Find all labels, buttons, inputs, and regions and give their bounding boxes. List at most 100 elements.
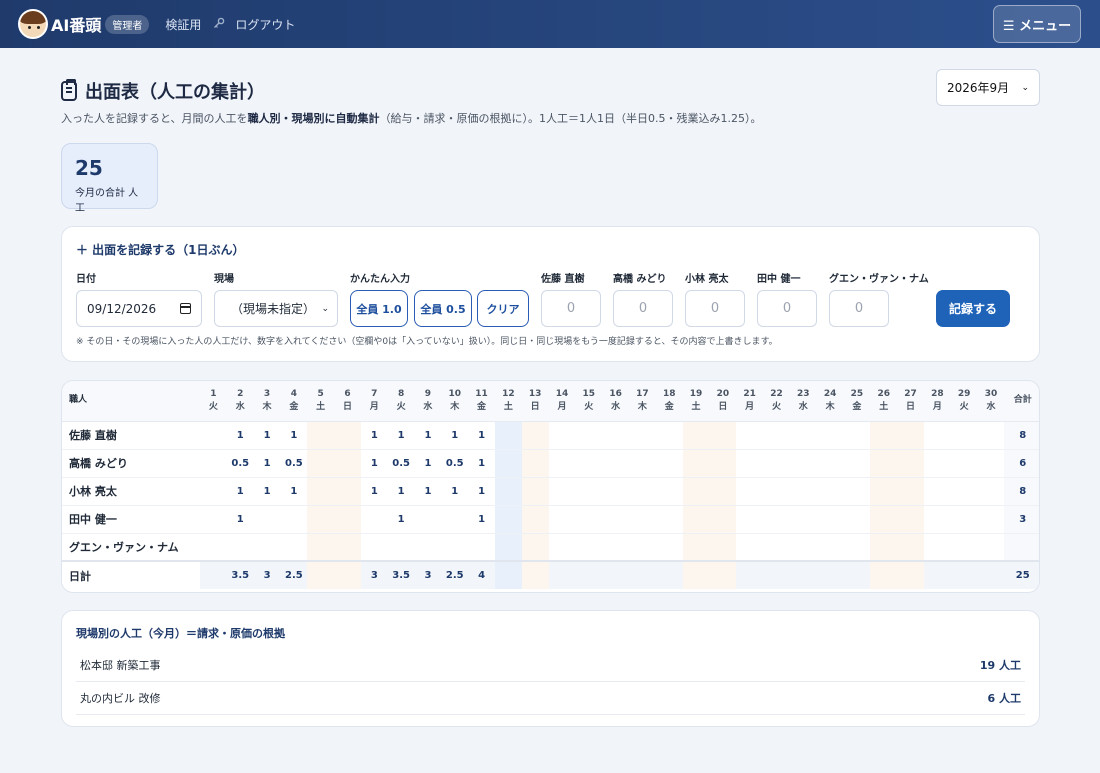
attendance-cell[interactable] (656, 421, 683, 449)
attendance-cell[interactable] (978, 533, 1005, 561)
attendance-cell[interactable] (790, 449, 817, 477)
attendance-cell[interactable]: 1 (415, 421, 442, 449)
attendance-cell[interactable] (682, 477, 710, 505)
attendance-cell[interactable] (736, 533, 763, 561)
attendance-cell[interactable] (280, 505, 307, 533)
worker-input[interactable]: 0 (757, 290, 817, 327)
attendance-cell[interactable] (924, 449, 951, 477)
attendance-cell[interactable] (656, 505, 683, 533)
attendance-cell[interactable] (870, 449, 898, 477)
attendance-cell[interactable] (521, 533, 549, 561)
attendance-cell[interactable]: 1 (388, 477, 415, 505)
attendance-cell[interactable] (817, 449, 844, 477)
attendance-cell[interactable]: 0.5 (227, 449, 254, 477)
attendance-cell[interactable] (870, 421, 898, 449)
attendance-cell[interactable] (575, 477, 602, 505)
attendance-cell[interactable]: 1 (468, 477, 495, 505)
attendance-cell[interactable] (924, 421, 951, 449)
attendance-cell[interactable]: 1 (415, 449, 442, 477)
attendance-cell[interactable] (978, 477, 1005, 505)
attendance-cell[interactable] (817, 505, 844, 533)
menu-button[interactable]: ☰ メニュー (993, 5, 1081, 43)
attendance-cell[interactable] (200, 477, 227, 505)
attendance-cell[interactable] (388, 533, 415, 561)
attendance-cell[interactable] (334, 449, 361, 477)
attendance-cell[interactable] (602, 421, 629, 449)
attendance-cell[interactable] (709, 477, 737, 505)
attendance-cell[interactable] (709, 449, 737, 477)
attendance-cell[interactable] (629, 477, 656, 505)
attendance-cell[interactable] (200, 449, 227, 477)
attendance-cell[interactable] (334, 421, 361, 449)
attendance-cell[interactable] (763, 449, 790, 477)
attendance-cell[interactable] (844, 421, 871, 449)
attendance-cell[interactable] (790, 533, 817, 561)
attendance-cell[interactable] (817, 477, 844, 505)
attendance-cell[interactable]: 1 (361, 421, 388, 449)
attendance-cell[interactable] (629, 421, 656, 449)
calendar-icon[interactable] (180, 303, 191, 314)
attendance-cell[interactable] (897, 477, 924, 505)
attendance-cell[interactable] (521, 477, 549, 505)
attendance-cell[interactable] (549, 449, 576, 477)
attendance-cell[interactable] (549, 533, 576, 561)
attendance-cell[interactable] (334, 505, 361, 533)
attendance-cell[interactable] (656, 477, 683, 505)
attendance-cell[interactable] (870, 533, 898, 561)
attendance-cell[interactable] (415, 533, 442, 561)
attendance-cell[interactable]: 1 (227, 421, 254, 449)
attendance-cell[interactable] (307, 449, 335, 477)
attendance-cell[interactable] (763, 421, 790, 449)
attendance-cell[interactable]: 1 (388, 505, 415, 533)
worker-input[interactable]: 0 (541, 290, 601, 327)
attendance-cell[interactable] (602, 505, 629, 533)
attendance-cell[interactable] (200, 421, 227, 449)
attendance-cell[interactable]: 1 (415, 477, 442, 505)
attendance-cell[interactable]: 0.5 (388, 449, 415, 477)
attendance-cell[interactable]: 1 (280, 477, 307, 505)
attendance-cell[interactable]: 1 (388, 421, 415, 449)
attendance-cell[interactable] (682, 505, 710, 533)
worker-input[interactable]: 0 (829, 290, 889, 327)
clear-button[interactable]: クリア (477, 290, 529, 327)
attendance-cell[interactable] (951, 449, 978, 477)
attendance-cell[interactable] (200, 505, 227, 533)
attendance-cell[interactable] (441, 505, 468, 533)
attendance-cell[interactable] (817, 421, 844, 449)
attendance-cell[interactable] (790, 477, 817, 505)
attendance-cell[interactable] (951, 533, 978, 561)
attendance-cell[interactable] (736, 477, 763, 505)
attendance-cell[interactable] (200, 533, 227, 561)
all-half-button[interactable]: 全員 0.5 (414, 290, 472, 327)
attendance-cell[interactable]: 1 (441, 421, 468, 449)
attendance-cell[interactable] (307, 421, 335, 449)
attendance-cell[interactable] (521, 449, 549, 477)
attendance-cell[interactable] (736, 505, 763, 533)
attendance-cell[interactable]: 1 (254, 421, 281, 449)
attendance-cell[interactable] (897, 505, 924, 533)
attendance-cell[interactable] (844, 505, 871, 533)
site-select[interactable]: （現場未指定） ⌄ (214, 290, 338, 327)
attendance-cell[interactable] (763, 505, 790, 533)
attendance-cell[interactable] (629, 505, 656, 533)
attendance-cell[interactable] (924, 477, 951, 505)
attendance-cell[interactable] (790, 421, 817, 449)
attendance-cell[interactable] (575, 449, 602, 477)
attendance-cell[interactable] (682, 421, 710, 449)
attendance-cell[interactable]: 1 (361, 477, 388, 505)
attendance-cell[interactable] (709, 421, 737, 449)
record-button[interactable]: 記録する (936, 290, 1010, 327)
attendance-cell[interactable]: 1 (468, 505, 495, 533)
attendance-cell[interactable] (951, 477, 978, 505)
attendance-cell[interactable] (602, 477, 629, 505)
attendance-cell[interactable] (494, 477, 522, 505)
attendance-cell[interactable] (656, 449, 683, 477)
attendance-cell[interactable]: 1 (254, 449, 281, 477)
attendance-cell[interactable]: 1 (280, 421, 307, 449)
attendance-cell[interactable] (656, 533, 683, 561)
attendance-cell[interactable] (361, 505, 388, 533)
attendance-cell[interactable] (709, 533, 737, 561)
attendance-cell[interactable] (897, 421, 924, 449)
attendance-cell[interactable] (254, 505, 281, 533)
attendance-cell[interactable]: 1 (227, 505, 254, 533)
